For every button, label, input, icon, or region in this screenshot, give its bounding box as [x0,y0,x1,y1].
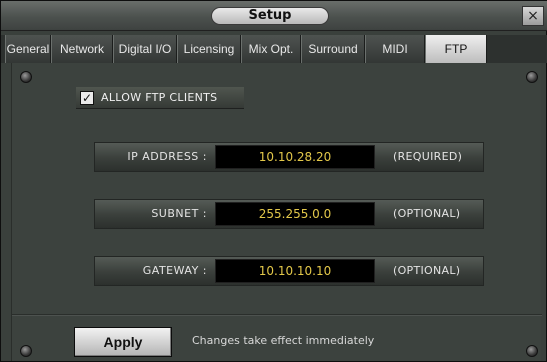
screw-top-left-icon [20,71,32,83]
subnet-row: SUBNET : 255.255.0.0 (OPTIONAL) [94,199,484,229]
allow-ftp-clients-label: ALLOW FTP CLIENTS [101,91,218,104]
gateway-field[interactable]: 10.10.10.10 [215,259,375,283]
screw-bottom-right-icon [526,345,538,357]
ip-address-note: (REQUIRED) [393,150,463,163]
subnet-field[interactable]: 255.255.0.0 [215,202,375,226]
setup-window: Setup × General Network Digital I/O Lice… [0,0,547,362]
allow-ftp-clients-checkbox[interactable]: ✓ [80,90,94,105]
footer-divider [12,314,542,316]
title-bar[interactable]: Setup × [1,1,547,31]
ip-address-field[interactable]: 10.10.28.20 [215,145,375,169]
screw-top-right-icon [526,71,538,83]
tab-network[interactable]: Network [51,35,113,63]
ip-address-label: IP ADDRESS : [127,150,207,163]
apply-button[interactable]: Apply [74,327,172,357]
tab-general[interactable]: General [5,35,51,63]
allow-ftp-clients-checkbox-row[interactable]: ✓ ALLOW FTP CLIENTS [76,87,244,109]
tab-surround[interactable]: Surround [301,35,365,63]
tab-licensing[interactable]: Licensing [177,35,241,63]
ftp-server-panel: ✓ ALLOW FTP CLIENTS IP ADDRESS : 10.10.2… [11,63,542,361]
tab-bar: General Network Digital I/O Licensing Mi… [1,35,547,84]
tab-mix-opt[interactable]: Mix Opt. [241,35,301,63]
tab-ftp-server[interactable]: FTP Server [425,35,487,84]
subnet-label: SUBNET : [151,207,207,220]
gateway-label: GATEWAY : [142,264,207,277]
window-title: Setup [211,7,329,25]
apply-note: Changes take effect immediately [192,334,375,347]
tab-digital-io[interactable]: Digital I/O [113,35,177,63]
gateway-note: (OPTIONAL) [393,264,461,277]
ip-address-row: IP ADDRESS : 10.10.28.20 (REQUIRED) [94,142,484,172]
subnet-note: (OPTIONAL) [393,207,461,220]
gateway-row: GATEWAY : 10.10.10.10 (OPTIONAL) [94,256,484,286]
screw-bottom-left-icon [20,345,32,357]
tab-midi[interactable]: MIDI [365,35,425,63]
close-icon[interactable]: × [522,6,544,26]
